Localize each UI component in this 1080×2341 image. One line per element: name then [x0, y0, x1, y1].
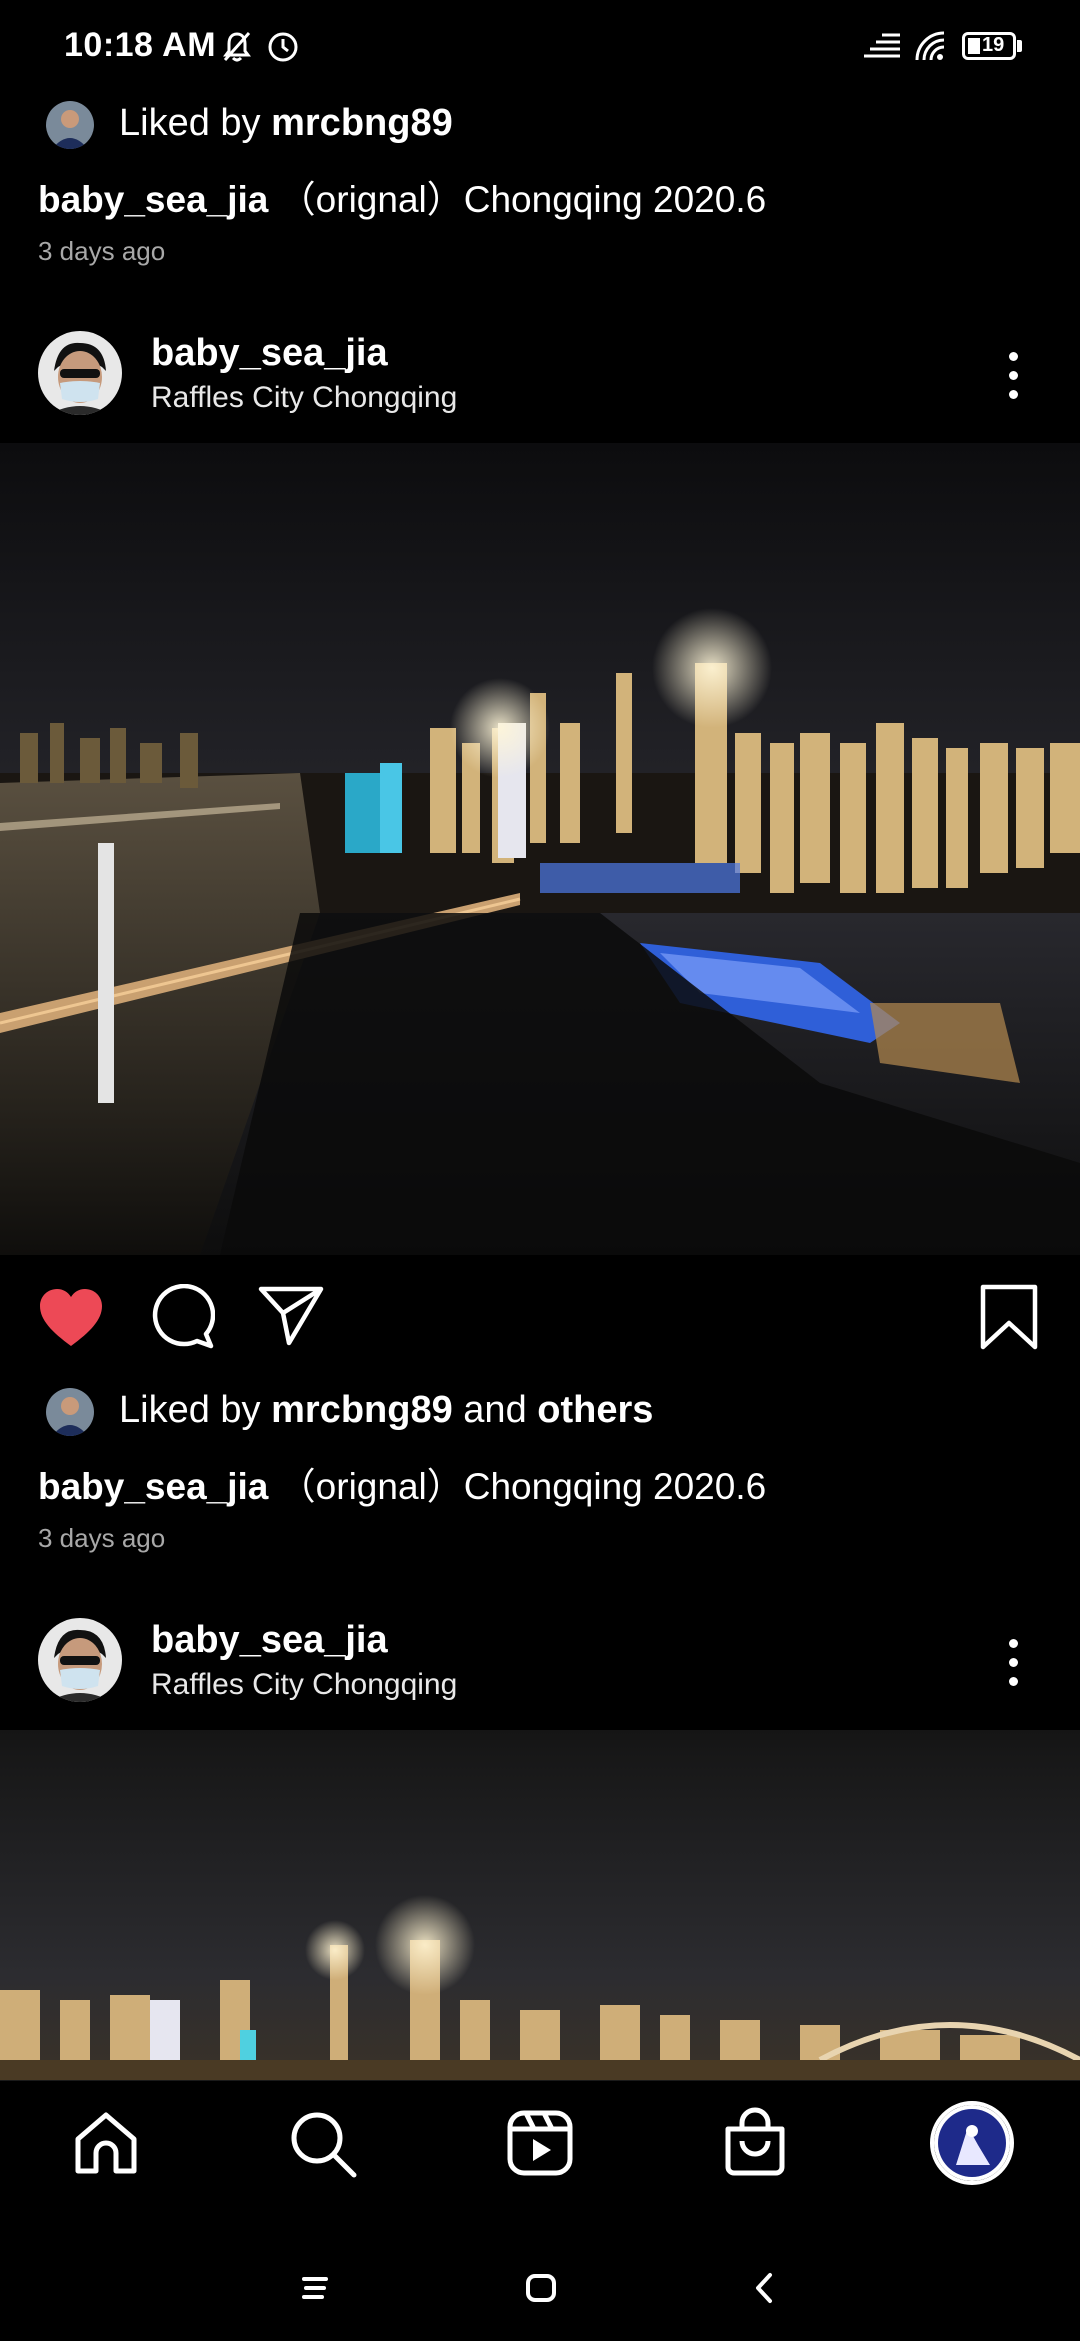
caption: baby_sea_jia （orignal）Chongqing 2020.6	[38, 169, 766, 223]
post-username[interactable]: baby_sea_jia	[151, 1619, 388, 1662]
signal-icon	[862, 32, 902, 67]
caption-text: （orignal）Chongqing 2020.6	[278, 1466, 767, 1507]
battery-tip	[1017, 40, 1022, 52]
status-bar: 10:18 AM 19	[0, 0, 1080, 96]
more-options-icon[interactable]	[1006, 350, 1022, 402]
post-location[interactable]: Raffles City Chongqing	[151, 381, 457, 415]
back-icon[interactable]	[752, 2271, 776, 2310]
home-button-icon[interactable]	[525, 2273, 557, 2308]
post-time[interactable]: 3 days ago	[38, 1523, 165, 1554]
caption: baby_sea_jia （orignal）Chongqing 2020.6	[38, 1456, 766, 1510]
author-avatar[interactable]	[38, 331, 122, 415]
caption-text: （orignal）Chongqing 2020.6	[278, 179, 767, 220]
wifi-icon	[914, 30, 950, 67]
home-icon[interactable]	[72, 2109, 140, 2182]
liked-by-text[interactable]: Liked by mrcbng89 and others	[119, 1389, 653, 1432]
recent-apps-icon[interactable]	[300, 2273, 330, 2308]
like-heart-icon[interactable]	[36, 1286, 106, 1355]
caption-username[interactable]: baby_sea_jia	[38, 179, 268, 220]
liked-prefix: Liked by	[119, 1389, 261, 1431]
post-location[interactable]: Raffles City Chongqing	[151, 1668, 457, 1702]
bookmark-icon[interactable]	[979, 1283, 1039, 1356]
post-photo[interactable]	[0, 1730, 1080, 2080]
alarm-clock-icon	[266, 30, 300, 69]
post-photo[interactable]	[0, 443, 1080, 1255]
battery-icon: 19	[962, 32, 1016, 60]
liker-avatar[interactable]	[46, 1388, 94, 1436]
comment-icon[interactable]	[149, 1283, 216, 1355]
reels-icon[interactable]	[506, 2109, 574, 2182]
shop-icon[interactable]	[722, 2107, 788, 2182]
liked-prefix: Liked by	[119, 102, 261, 144]
liked-by-text[interactable]: Liked by mrcbng89	[119, 102, 453, 145]
bottom-nav	[0, 2080, 1080, 2341]
caption-username[interactable]: baby_sea_jia	[38, 1466, 268, 1507]
search-icon[interactable]	[288, 2109, 358, 2184]
battery-level: 19	[982, 34, 1005, 56]
liked-user[interactable]: mrcbng89	[271, 102, 453, 144]
profile-avatar[interactable]	[930, 2101, 1014, 2185]
author-avatar[interactable]	[38, 1618, 122, 1702]
post-time[interactable]: 3 days ago	[38, 236, 165, 267]
share-send-icon[interactable]	[257, 1285, 325, 1352]
silent-bell-icon	[222, 30, 252, 69]
liked-user[interactable]: mrcbng89	[271, 1389, 453, 1431]
liked-others[interactable]: others	[537, 1389, 653, 1431]
liker-avatar[interactable]	[46, 101, 94, 149]
post-username[interactable]: baby_sea_jia	[151, 332, 388, 375]
liked-and: and	[463, 1389, 527, 1431]
more-options-icon[interactable]	[1006, 1637, 1022, 1689]
status-time: 10:18 AM	[64, 26, 217, 64]
